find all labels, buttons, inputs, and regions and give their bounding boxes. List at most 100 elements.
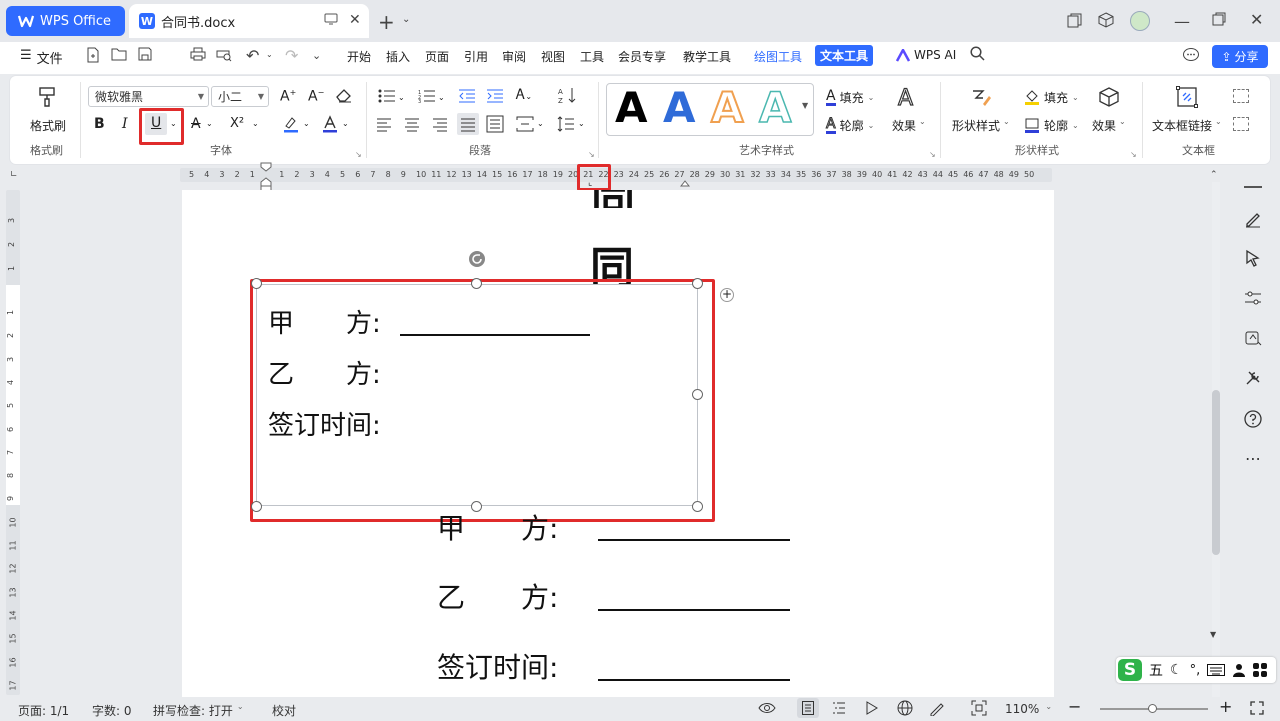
paragraph-dialog-launcher-icon[interactable]: ↘	[588, 150, 595, 159]
text-outline-button[interactable]: A 轮廓 ⌄	[826, 116, 874, 134]
ime-keyboard-icon[interactable]	[1207, 664, 1226, 676]
shape-effect-icon[interactable]	[1098, 86, 1120, 111]
word-count[interactable]: 字数: 0	[92, 702, 132, 719]
sogou-logo-icon[interactable]: S	[1118, 659, 1142, 681]
numbered-list-icon[interactable]: 123	[418, 89, 436, 106]
distributed-align-icon[interactable]	[486, 115, 504, 136]
page-count[interactable]: 页面: 1/1	[18, 702, 69, 719]
menu-references[interactable]: 引用	[464, 48, 488, 65]
file-menu[interactable]: ☰ 文件	[20, 48, 63, 67]
open-folder-icon[interactable]	[111, 47, 127, 61]
outline-view-icon[interactable]	[832, 701, 846, 718]
line-spacing-box-icon[interactable]	[516, 116, 534, 135]
menu-start[interactable]: 开始	[347, 48, 371, 65]
superscript-button[interactable]: X²	[230, 116, 244, 131]
zoom-in-button[interactable]: +	[1219, 699, 1232, 715]
share-button[interactable]: ⇪ 分享	[1212, 45, 1268, 68]
art-dialog-launcher-icon[interactable]: ↘	[929, 150, 936, 159]
font-color-dropdown-icon[interactable]: ⌄	[342, 119, 349, 128]
shape-style-icon[interactable]	[970, 87, 992, 112]
select-pointer-icon[interactable]	[1242, 247, 1264, 269]
art-style-teal-outline[interactable]: A	[758, 86, 792, 130]
indent-markers[interactable]	[258, 162, 274, 192]
scrollbar-thumb[interactable]	[1212, 390, 1220, 555]
print-preview-icon[interactable]	[216, 47, 232, 62]
text-effect-icon[interactable]: A	[897, 85, 913, 111]
align-center-icon[interactable]	[404, 118, 420, 135]
art-style-blue[interactable]: A	[663, 87, 696, 129]
justify-icon[interactable]	[460, 118, 476, 135]
superscript-dropdown-icon[interactable]: ⌄	[252, 119, 259, 128]
collapse-panel-icon[interactable]	[1244, 186, 1262, 188]
format-painter-label[interactable]: 格式刷	[30, 117, 66, 134]
resize-handle-bottom-right[interactable]	[692, 501, 703, 512]
numbered-dropdown-icon[interactable]: ⌄	[438, 93, 445, 102]
menu-insert[interactable]: 插入	[386, 48, 410, 65]
resize-handle-right[interactable]	[692, 389, 703, 400]
paragraph-spacing-icon[interactable]	[557, 116, 575, 135]
spellcheck-status[interactable]: 拼写检查: 打开 ⌄	[153, 702, 244, 719]
print-icon[interactable]	[190, 47, 206, 61]
textbox-link-icon[interactable]	[1176, 86, 1198, 111]
resize-handle-top-left[interactable]	[251, 278, 262, 289]
align-right-icon[interactable]	[432, 118, 448, 135]
resize-handle-top-right[interactable]	[692, 278, 703, 289]
bold-button[interactable]: B	[94, 116, 105, 132]
help-icon[interactable]	[1242, 408, 1264, 430]
shape-effect-button[interactable]: 效果 ⌄	[1092, 117, 1126, 134]
shape-outline-button[interactable]: 轮廓 ⌄	[1024, 117, 1079, 134]
tab-list-chevron-icon[interactable]: ⌄	[402, 14, 410, 25]
play-icon[interactable]	[866, 701, 878, 718]
wps-office-tab[interactable]: WPS Office	[6, 6, 125, 36]
restore-icon[interactable]	[1212, 12, 1226, 26]
font-color-icon[interactable]	[322, 115, 338, 136]
menu-view[interactable]: 视图	[541, 48, 565, 65]
undo-dropdown-icon[interactable]: ⌄	[266, 50, 273, 59]
resize-handle-bottom-left[interactable]	[251, 501, 262, 512]
decrease-indent-icon[interactable]	[458, 89, 476, 106]
format-painter-icon[interactable]	[37, 86, 59, 111]
align-left-icon[interactable]	[376, 118, 392, 135]
minimize-icon[interactable]: —	[1174, 12, 1190, 31]
proofread-button[interactable]: 校对	[272, 702, 296, 719]
ime-grid-icon[interactable]	[1253, 663, 1268, 677]
cube-icon[interactable]	[1098, 12, 1114, 28]
menu-text-tools[interactable]: 文本工具	[815, 45, 874, 66]
write-mode-icon[interactable]	[929, 700, 945, 719]
menu-review[interactable]: 审阅	[502, 48, 526, 65]
tab-stop-selector-icon[interactable]: ∟	[10, 170, 18, 180]
menu-member[interactable]: 会员专享	[618, 48, 666, 65]
art-style-orange-outline[interactable]: A	[710, 86, 744, 130]
text-fill-button[interactable]: A 填充 ⌄	[826, 89, 874, 106]
tab-close-icon[interactable]: ✕	[349, 12, 361, 28]
textbox-link-button[interactable]: 文本框链接 ⌄	[1152, 117, 1222, 134]
new-doc-icon[interactable]	[86, 47, 100, 63]
clear-format-icon[interactable]	[335, 87, 353, 106]
eye-protection-icon[interactable]	[758, 701, 776, 718]
page-view-icon[interactable]	[802, 701, 814, 718]
ime-mode-label[interactable]: 五	[1149, 660, 1163, 680]
menu-tools[interactable]: 工具	[580, 48, 604, 65]
ime-punctuation-icon[interactable]: °,	[1190, 663, 1201, 678]
body-party-a-label[interactable]: 甲 方:	[437, 507, 558, 547]
more-quick-access-icon[interactable]: ⌄	[312, 49, 321, 62]
bullet-list-icon[interactable]	[378, 89, 396, 106]
zoom-slider-thumb[interactable]	[1148, 704, 1157, 713]
shape-style-button[interactable]: 形状样式 ⌄	[952, 117, 1010, 134]
increase-font-size-icon[interactable]: A+	[280, 88, 296, 105]
textbox-option-icon[interactable]	[1233, 89, 1249, 103]
close-window-icon[interactable]: ✕	[1250, 10, 1263, 29]
new-tab-icon[interactable]: +	[378, 10, 395, 34]
window-layout-icon[interactable]	[1066, 13, 1082, 29]
undo-icon[interactable]: ↶	[246, 46, 259, 65]
redo-icon[interactable]: ↷	[285, 46, 298, 65]
fit-page-icon[interactable]	[971, 700, 987, 719]
sort-icon[interactable]: AZ	[558, 86, 578, 107]
shape-fill-button[interactable]: 填充 ⌄	[1024, 89, 1079, 106]
italic-button[interactable]: I	[122, 116, 128, 132]
web-view-icon[interactable]	[897, 700, 913, 719]
strikethrough-dropdown-icon[interactable]: ⌄	[206, 119, 213, 128]
layout-options-plus-icon[interactable]: +	[720, 288, 734, 302]
zoom-select[interactable]: 110% ⌄	[1005, 702, 1052, 716]
resize-handle-top[interactable]	[471, 278, 482, 289]
